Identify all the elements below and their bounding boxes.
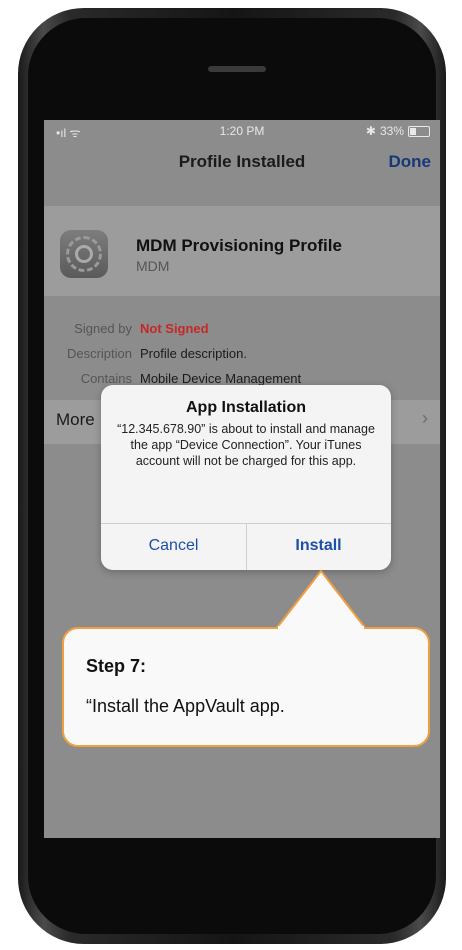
- callout-step-label: Step 7:: [86, 656, 147, 676]
- callout-pointer-mask: [278, 626, 364, 631]
- callout-text: “Install the AppVault app.: [86, 696, 285, 716]
- callout-pointer-joint: [278, 626, 364, 631]
